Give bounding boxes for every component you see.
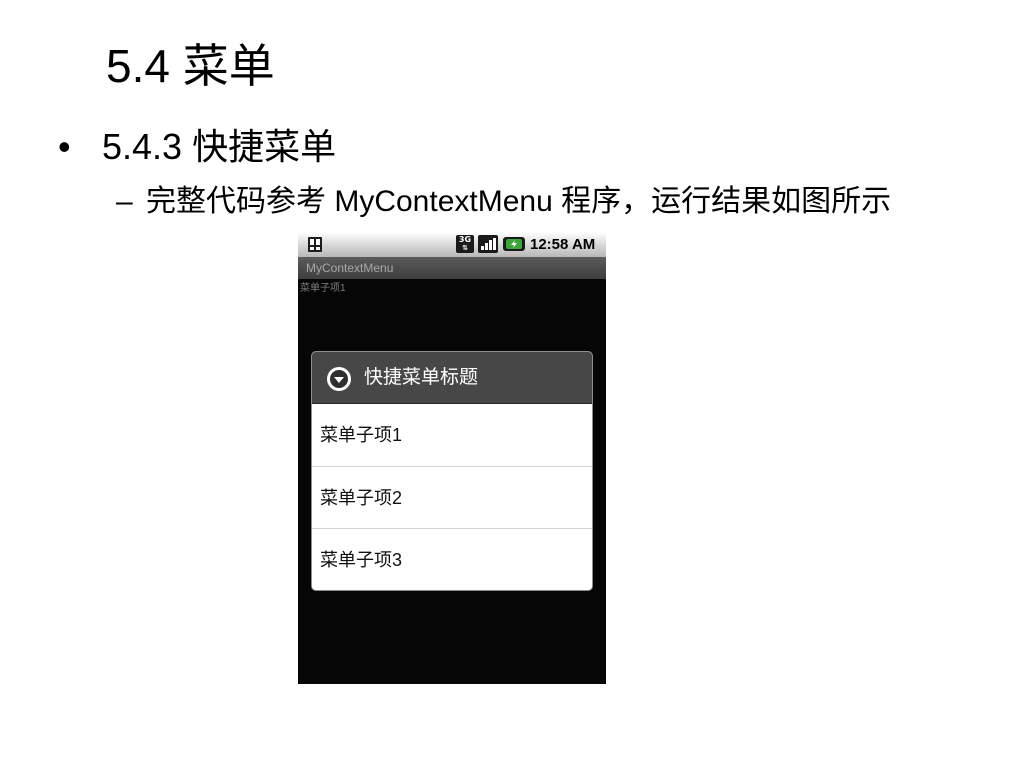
sub-bullet-marker: – — [116, 185, 133, 218]
menu-item-2[interactable]: 菜单子项2 — [312, 467, 592, 529]
context-menu-title: 快捷菜单标题 — [364, 367, 479, 388]
bullet-marker: • — [58, 126, 71, 167]
background-list-item[interactable]: 菜单子项1 — [300, 282, 346, 296]
menu-item-label: 菜单子项2 — [320, 488, 403, 508]
menu-item-3[interactable]: 菜单子项3 — [312, 529, 592, 590]
menu-item-label: 菜单子项3 — [320, 550, 403, 570]
app-title: MyContextMenu — [306, 261, 394, 275]
network-3g-icon: 3G ⇅ — [456, 235, 474, 253]
app-title-bar: MyContextMenu — [298, 257, 606, 279]
bullet-level-1: • 5.4.3 快捷菜单 — [58, 122, 336, 172]
bullet-text: 5.4.3 快捷菜单 — [102, 126, 337, 167]
signal-strength-icon — [478, 235, 498, 253]
sub-bullet-text: 完整代码参考 MyContextMenu 程序，运行结果如图所示 — [146, 185, 892, 218]
phone-screenshot: 3G ⇅ 12:58 AM MyContextMenu 菜单子项1 快捷菜单标题… — [298, 232, 606, 684]
context-menu-header: 快捷菜单标题 — [312, 352, 592, 404]
bullet-level-2: – 完整代码参考 MyContextMenu 程序，运行结果如图所示 — [116, 180, 956, 224]
battery-charging-icon — [503, 237, 525, 251]
status-time: 12:58 AM — [530, 236, 596, 253]
slide-title: 5.4 菜单 — [106, 40, 275, 92]
menu-item-1[interactable]: 菜单子项1 — [312, 404, 592, 466]
network-label: 3G — [458, 235, 472, 244]
menu-item-label: 菜单子项1 — [320, 425, 403, 445]
context-menu-dialog: 快捷菜单标题 菜单子项1 菜单子项2 菜单子项3 — [311, 351, 593, 591]
sim-icon — [307, 236, 323, 253]
status-bar: 3G ⇅ 12:58 AM — [298, 232, 606, 257]
context-menu-icon — [326, 366, 352, 392]
